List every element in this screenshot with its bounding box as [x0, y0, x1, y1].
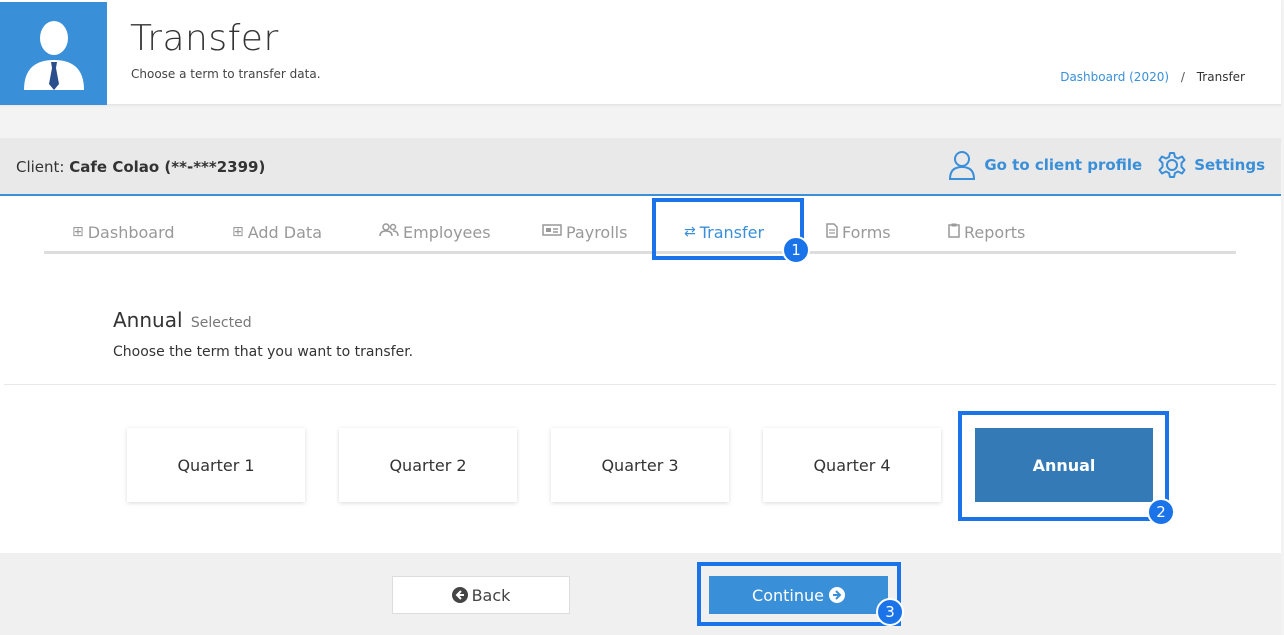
page-header: Transfer Choose a term to transfer data.…	[0, 0, 1281, 105]
callout-box-continue	[697, 562, 901, 626]
user-icon	[24, 21, 84, 90]
file-icon	[826, 222, 838, 242]
tab-forms[interactable]: Forms	[826, 214, 891, 250]
users-icon	[379, 223, 399, 241]
user-avatar	[0, 2, 107, 105]
tab-label: Employees	[403, 222, 491, 242]
callout-box-annual	[958, 411, 1169, 521]
term-quarter-3-button[interactable]: Quarter 3	[551, 428, 729, 502]
tab-dashboard[interactable]: ⊞ Dashboard	[72, 214, 175, 250]
gear-icon	[1158, 152, 1186, 178]
tab-add-data[interactable]: ⊞ Add Data	[232, 214, 322, 250]
tab-label: Add Data	[247, 222, 322, 242]
client-name: Cafe Colao (**-***2399)	[69, 158, 266, 176]
term-quarter-4-button[interactable]: Quarter 4	[763, 428, 941, 502]
user-outline-icon	[949, 151, 976, 180]
term-heading: Annual Selected	[113, 308, 252, 332]
client-profile-label: Go to client profile	[984, 156, 1143, 174]
back-label: Back	[471, 585, 511, 605]
selected-term-name: Annual	[113, 308, 183, 332]
callout-badge-1: 1	[782, 236, 810, 264]
plus-square-icon: ⊞	[232, 224, 244, 240]
client-actions: Go to client profile Settings	[932, 150, 1265, 180]
term-quarter-1-button[interactable]: Quarter 1	[127, 428, 305, 502]
tab-label: Payrolls	[566, 222, 628, 242]
client-profile-link[interactable]: Go to client profile	[948, 150, 1142, 180]
back-button[interactable]: Back	[392, 576, 570, 614]
table-icon: ⊞	[72, 224, 84, 240]
footer-actions: Back Continue	[0, 553, 1281, 635]
settings-label: Settings	[1194, 156, 1265, 174]
breadcrumb: Dashboard (2020) / Transfer	[1060, 70, 1245, 84]
money-icon	[542, 223, 562, 241]
callout-badge-3: 3	[876, 598, 904, 626]
breadcrumb-dashboard-link[interactable]: Dashboard (2020)	[1060, 70, 1169, 84]
breadcrumb-separator: /	[1180, 70, 1185, 84]
page-subtitle: Choose a term to transfer data.	[131, 67, 321, 81]
tab-payrolls[interactable]: Payrolls	[542, 214, 627, 250]
divider	[4, 384, 1276, 385]
client-label: Client:	[16, 158, 65, 176]
tab-employees[interactable]: Employees	[379, 214, 491, 250]
term-help-text: Choose the term that you want to transfe…	[113, 344, 414, 360]
callout-badge-2: 2	[1147, 498, 1175, 526]
page-title: Transfer	[130, 18, 279, 59]
tab-label: Reports	[964, 222, 1026, 242]
term-quarter-2-button[interactable]: Quarter 2	[339, 428, 517, 502]
tab-bar: ⊞ Dashboard ⊞ Add Data Employees Payroll…	[44, 214, 1236, 254]
settings-link[interactable]: Settings	[1158, 151, 1265, 179]
client-info: Client: Cafe Colao (**-***2399)	[16, 158, 265, 176]
tab-label: Dashboard	[87, 222, 175, 242]
tab-label: Forms	[842, 222, 891, 242]
client-bar: Client: Cafe Colao (**-***2399) Go to cl…	[0, 138, 1281, 196]
arrow-left-circle-icon	[451, 587, 468, 603]
selected-label: Selected	[190, 315, 252, 331]
breadcrumb-current: Transfer	[1196, 70, 1245, 84]
tab-reports[interactable]: Reports	[948, 214, 1025, 250]
clipboard-icon	[948, 223, 960, 242]
